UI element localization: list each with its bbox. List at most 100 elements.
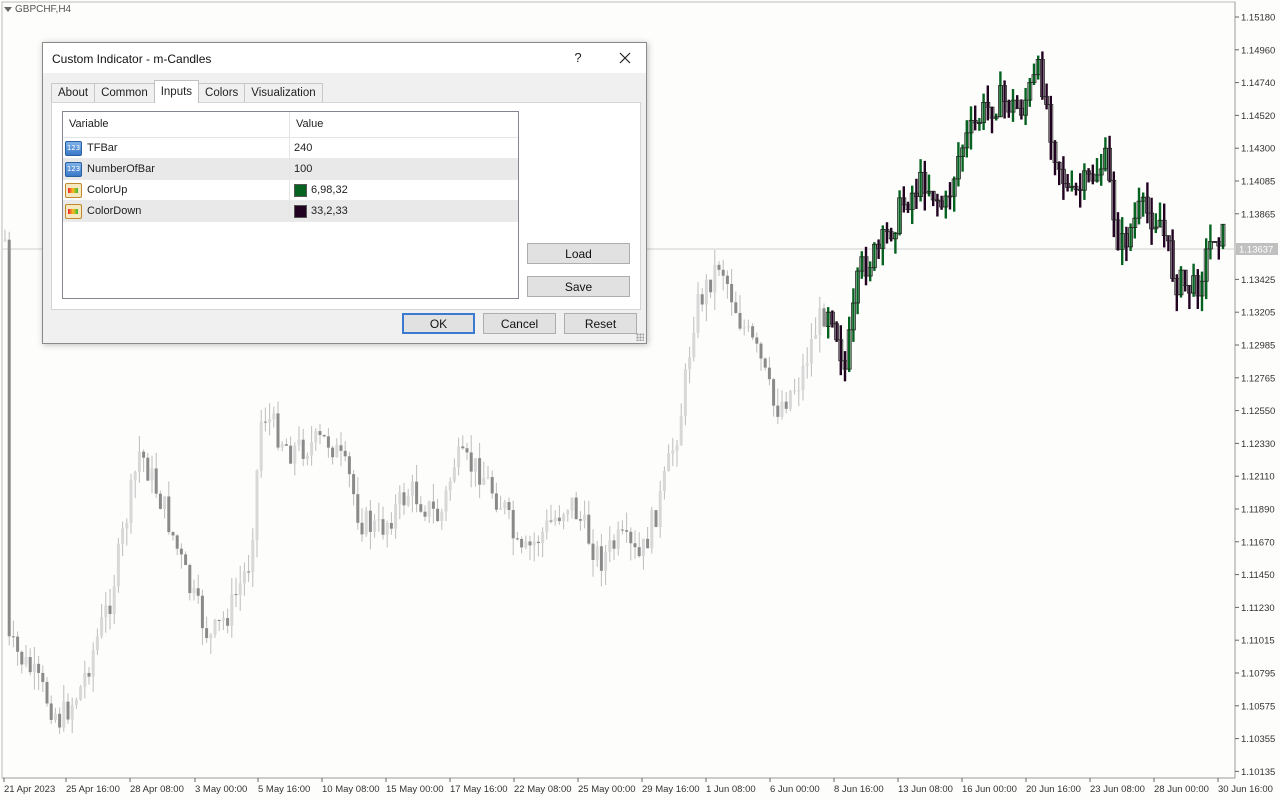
candle-body xyxy=(377,519,381,521)
save-button[interactable]: Save xyxy=(527,276,630,297)
candle-body xyxy=(125,523,129,529)
candle-body xyxy=(524,541,528,548)
candle-body xyxy=(137,451,141,473)
tab-inputs[interactable]: Inputs xyxy=(153,80,200,103)
candle-body xyxy=(108,605,112,615)
table-row[interactable]: ColorUp 6,98,32 xyxy=(63,180,518,201)
candle-body xyxy=(591,543,595,560)
candle-body xyxy=(780,401,784,417)
table-row[interactable]: ColorDown 33,2,33 xyxy=(63,201,518,222)
value-cell[interactable]: 6,98,32 xyxy=(290,183,518,197)
candle-body xyxy=(650,510,654,549)
reset-button[interactable]: Reset xyxy=(564,313,637,334)
variable-name: ColorUp xyxy=(87,184,128,196)
candle-body xyxy=(616,529,620,549)
candle-body xyxy=(721,269,725,276)
price-tick-label: 1.11890 xyxy=(1241,505,1275,516)
time-tick-label: 1 Jun 08:00 xyxy=(706,784,756,795)
time-tick-label: 16 Jun 00:00 xyxy=(962,784,1017,795)
candle-body xyxy=(704,279,708,305)
time-tick-label: 13 Jun 08:00 xyxy=(898,784,953,795)
color-swatch[interactable] xyxy=(294,204,307,218)
candle-body xyxy=(629,531,633,544)
candle-body xyxy=(3,239,7,241)
value-text: 6,98,32 xyxy=(311,184,348,196)
tab-common[interactable]: Common xyxy=(94,83,155,103)
column-header-value[interactable]: Value xyxy=(290,112,518,137)
time-tick-label: 28 Apr 08:00 xyxy=(130,784,184,795)
candle-body xyxy=(58,713,62,728)
candle-body xyxy=(587,514,591,544)
price-tick-label: 1.13425 xyxy=(1241,275,1275,286)
price-tick-label: 1.15180 xyxy=(1241,13,1275,24)
color-swatch[interactable] xyxy=(294,183,307,197)
candle-body xyxy=(268,419,272,423)
candle-body xyxy=(221,618,225,621)
resize-grip-icon[interactable] xyxy=(636,333,644,341)
column-header-variable[interactable]: Variable xyxy=(63,112,290,137)
load-button[interactable]: Load xyxy=(527,243,630,264)
symbol-label[interactable]: GBPCHF,H4 xyxy=(4,4,71,15)
candle-body xyxy=(32,663,36,673)
value-text: 100 xyxy=(294,163,313,175)
candle-body xyxy=(45,682,49,704)
candle-body xyxy=(364,510,368,535)
color-icon xyxy=(65,182,82,198)
price-tick-label: 1.14740 xyxy=(1241,78,1275,89)
variable-cell: 123 NumberOfBar xyxy=(63,159,290,179)
candle-body xyxy=(289,445,293,464)
candle-body xyxy=(41,672,45,683)
candle-body xyxy=(310,442,314,456)
candle-body xyxy=(280,444,284,448)
value-text: 240 xyxy=(294,142,313,154)
help-button[interactable]: ? xyxy=(571,50,585,65)
candle-body xyxy=(95,636,99,651)
time-tick-label: 15 May 00:00 xyxy=(386,784,444,795)
candle-body xyxy=(532,541,536,546)
time-tick-label: 30 Jun 16:00 xyxy=(1218,784,1273,795)
tab-visualization[interactable]: Visualization xyxy=(244,83,323,103)
candle-body xyxy=(100,617,104,637)
candle-body xyxy=(234,594,238,596)
cancel-button[interactable]: Cancel xyxy=(483,313,556,334)
candle-body xyxy=(566,510,570,515)
candle-body xyxy=(116,543,120,587)
candle-body xyxy=(557,517,561,522)
value-cell[interactable]: 33,2,33 xyxy=(290,204,518,218)
variable-cell: ColorUp xyxy=(63,180,290,200)
candle-body xyxy=(394,504,398,529)
ok-button[interactable]: OK xyxy=(402,313,475,334)
candle-body xyxy=(696,294,700,333)
price-tick-label: 1.13865 xyxy=(1241,209,1275,220)
table-row[interactable]: 123 TFBar 240 xyxy=(63,138,518,159)
candle-body xyxy=(196,588,200,596)
value-cell[interactable]: 240 xyxy=(290,142,518,154)
candle-body xyxy=(452,467,456,482)
candle-body xyxy=(625,530,629,532)
candle-body xyxy=(767,367,771,380)
candle-body xyxy=(184,554,188,566)
candle-body xyxy=(179,548,183,555)
dialog-titlebar[interactable]: Custom Indicator - m-Candles ? xyxy=(43,43,646,73)
close-button[interactable] xyxy=(607,43,643,73)
table-row[interactable]: 123 NumberOfBar 100 xyxy=(63,159,518,180)
candle-body xyxy=(444,490,448,512)
candle-body xyxy=(175,535,179,549)
candle-body xyxy=(574,497,578,520)
candle-body xyxy=(11,636,15,638)
candle-body xyxy=(709,279,713,293)
candle-body xyxy=(305,455,309,459)
candle-body xyxy=(133,472,137,481)
tab-about[interactable]: About xyxy=(51,83,96,103)
candle-body xyxy=(473,458,477,472)
candle-body xyxy=(461,446,465,449)
candle-body xyxy=(314,431,318,443)
candle-body xyxy=(679,416,683,446)
variable-cell: 123 TFBar xyxy=(63,138,290,158)
value-cell[interactable]: 100 xyxy=(290,163,518,175)
candle-body xyxy=(805,363,809,366)
candle-body xyxy=(692,332,696,358)
tab-colors[interactable]: Colors xyxy=(198,83,246,103)
candle-body xyxy=(142,451,146,458)
candle-body xyxy=(171,532,175,536)
